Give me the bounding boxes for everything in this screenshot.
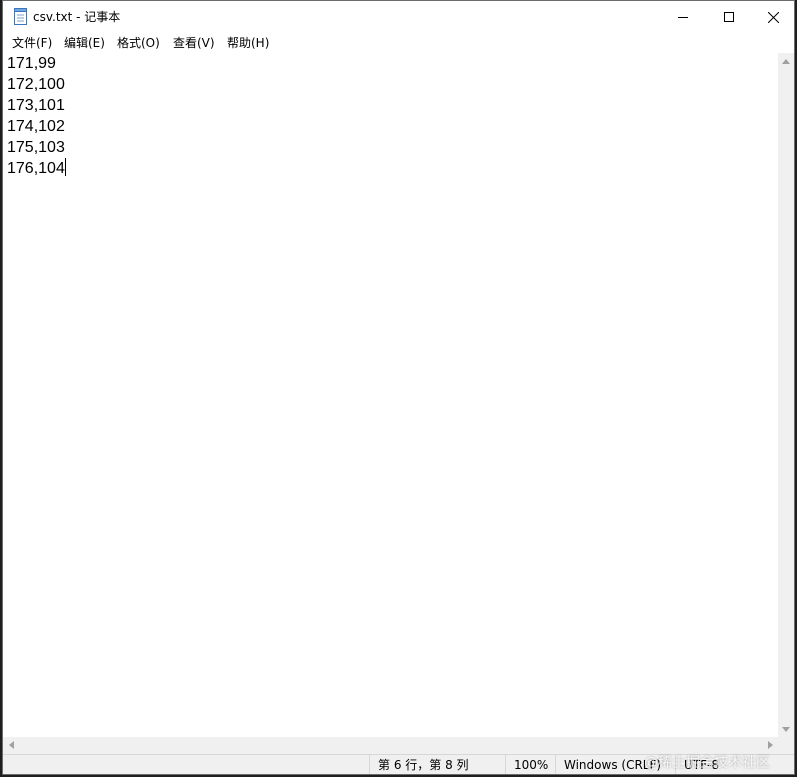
close-button[interactable]	[750, 1, 794, 33]
chevron-up-icon	[782, 58, 790, 64]
scroll-up-button[interactable]	[778, 53, 794, 69]
text-line: 174,102	[7, 118, 65, 135]
text-line: 172,100	[7, 76, 65, 93]
minimize-icon	[678, 17, 688, 18]
text-line: 173,101	[7, 97, 65, 114]
chevron-down-icon	[782, 726, 790, 732]
scroll-corner	[778, 737, 794, 754]
menu-file[interactable]: 文件(F)	[10, 35, 54, 51]
text-editor[interactable]: 171,99 172,100 173,101 174,102 175,103 1…	[3, 53, 778, 737]
notepad-window: csv.txt - 记事本 文件(F) 编辑(E) 格式(O) 查看(V) 帮助…	[2, 0, 795, 775]
encoding: UTF-8	[675, 755, 794, 774]
notepad-icon	[14, 8, 27, 25]
line-ending: Windows (CRLF)	[555, 755, 675, 774]
text-caret	[64, 158, 66, 176]
maximize-icon	[724, 12, 734, 22]
horizontal-scrollbar[interactable]	[3, 737, 778, 754]
menu-view[interactable]: 查看(V)	[171, 35, 217, 51]
maximize-button[interactable]	[706, 1, 752, 33]
text-line: 176,104	[7, 158, 66, 177]
zoom-level: 100%	[505, 755, 555, 774]
vertical-scrollbar[interactable]	[778, 53, 794, 737]
scroll-down-button[interactable]	[778, 721, 794, 737]
chevron-right-icon	[767, 741, 773, 749]
title-bar[interactable]: csv.txt - 记事本	[3, 1, 794, 33]
window-title: csv.txt - 记事本	[33, 10, 121, 24]
menu-edit[interactable]: 编辑(E)	[62, 35, 107, 51]
status-bar: 第 6 行，第 8 列 100% Windows (CRLF) UTF-8	[3, 754, 794, 774]
scroll-right-button[interactable]	[762, 737, 778, 753]
scroll-left-button[interactable]	[3, 737, 19, 753]
menu-help[interactable]: 帮助(H)	[225, 35, 271, 51]
chevron-left-icon	[8, 741, 14, 749]
minimize-button[interactable]	[660, 1, 706, 33]
menu-bar: 文件(F) 编辑(E) 格式(O) 查看(V) 帮助(H)	[3, 33, 794, 53]
text-line: 171,99	[7, 55, 56, 72]
close-icon	[767, 11, 779, 23]
menu-format[interactable]: 格式(O)	[115, 35, 162, 51]
text-line: 175,103	[7, 139, 65, 156]
cursor-position: 第 6 行，第 8 列	[369, 755, 505, 774]
